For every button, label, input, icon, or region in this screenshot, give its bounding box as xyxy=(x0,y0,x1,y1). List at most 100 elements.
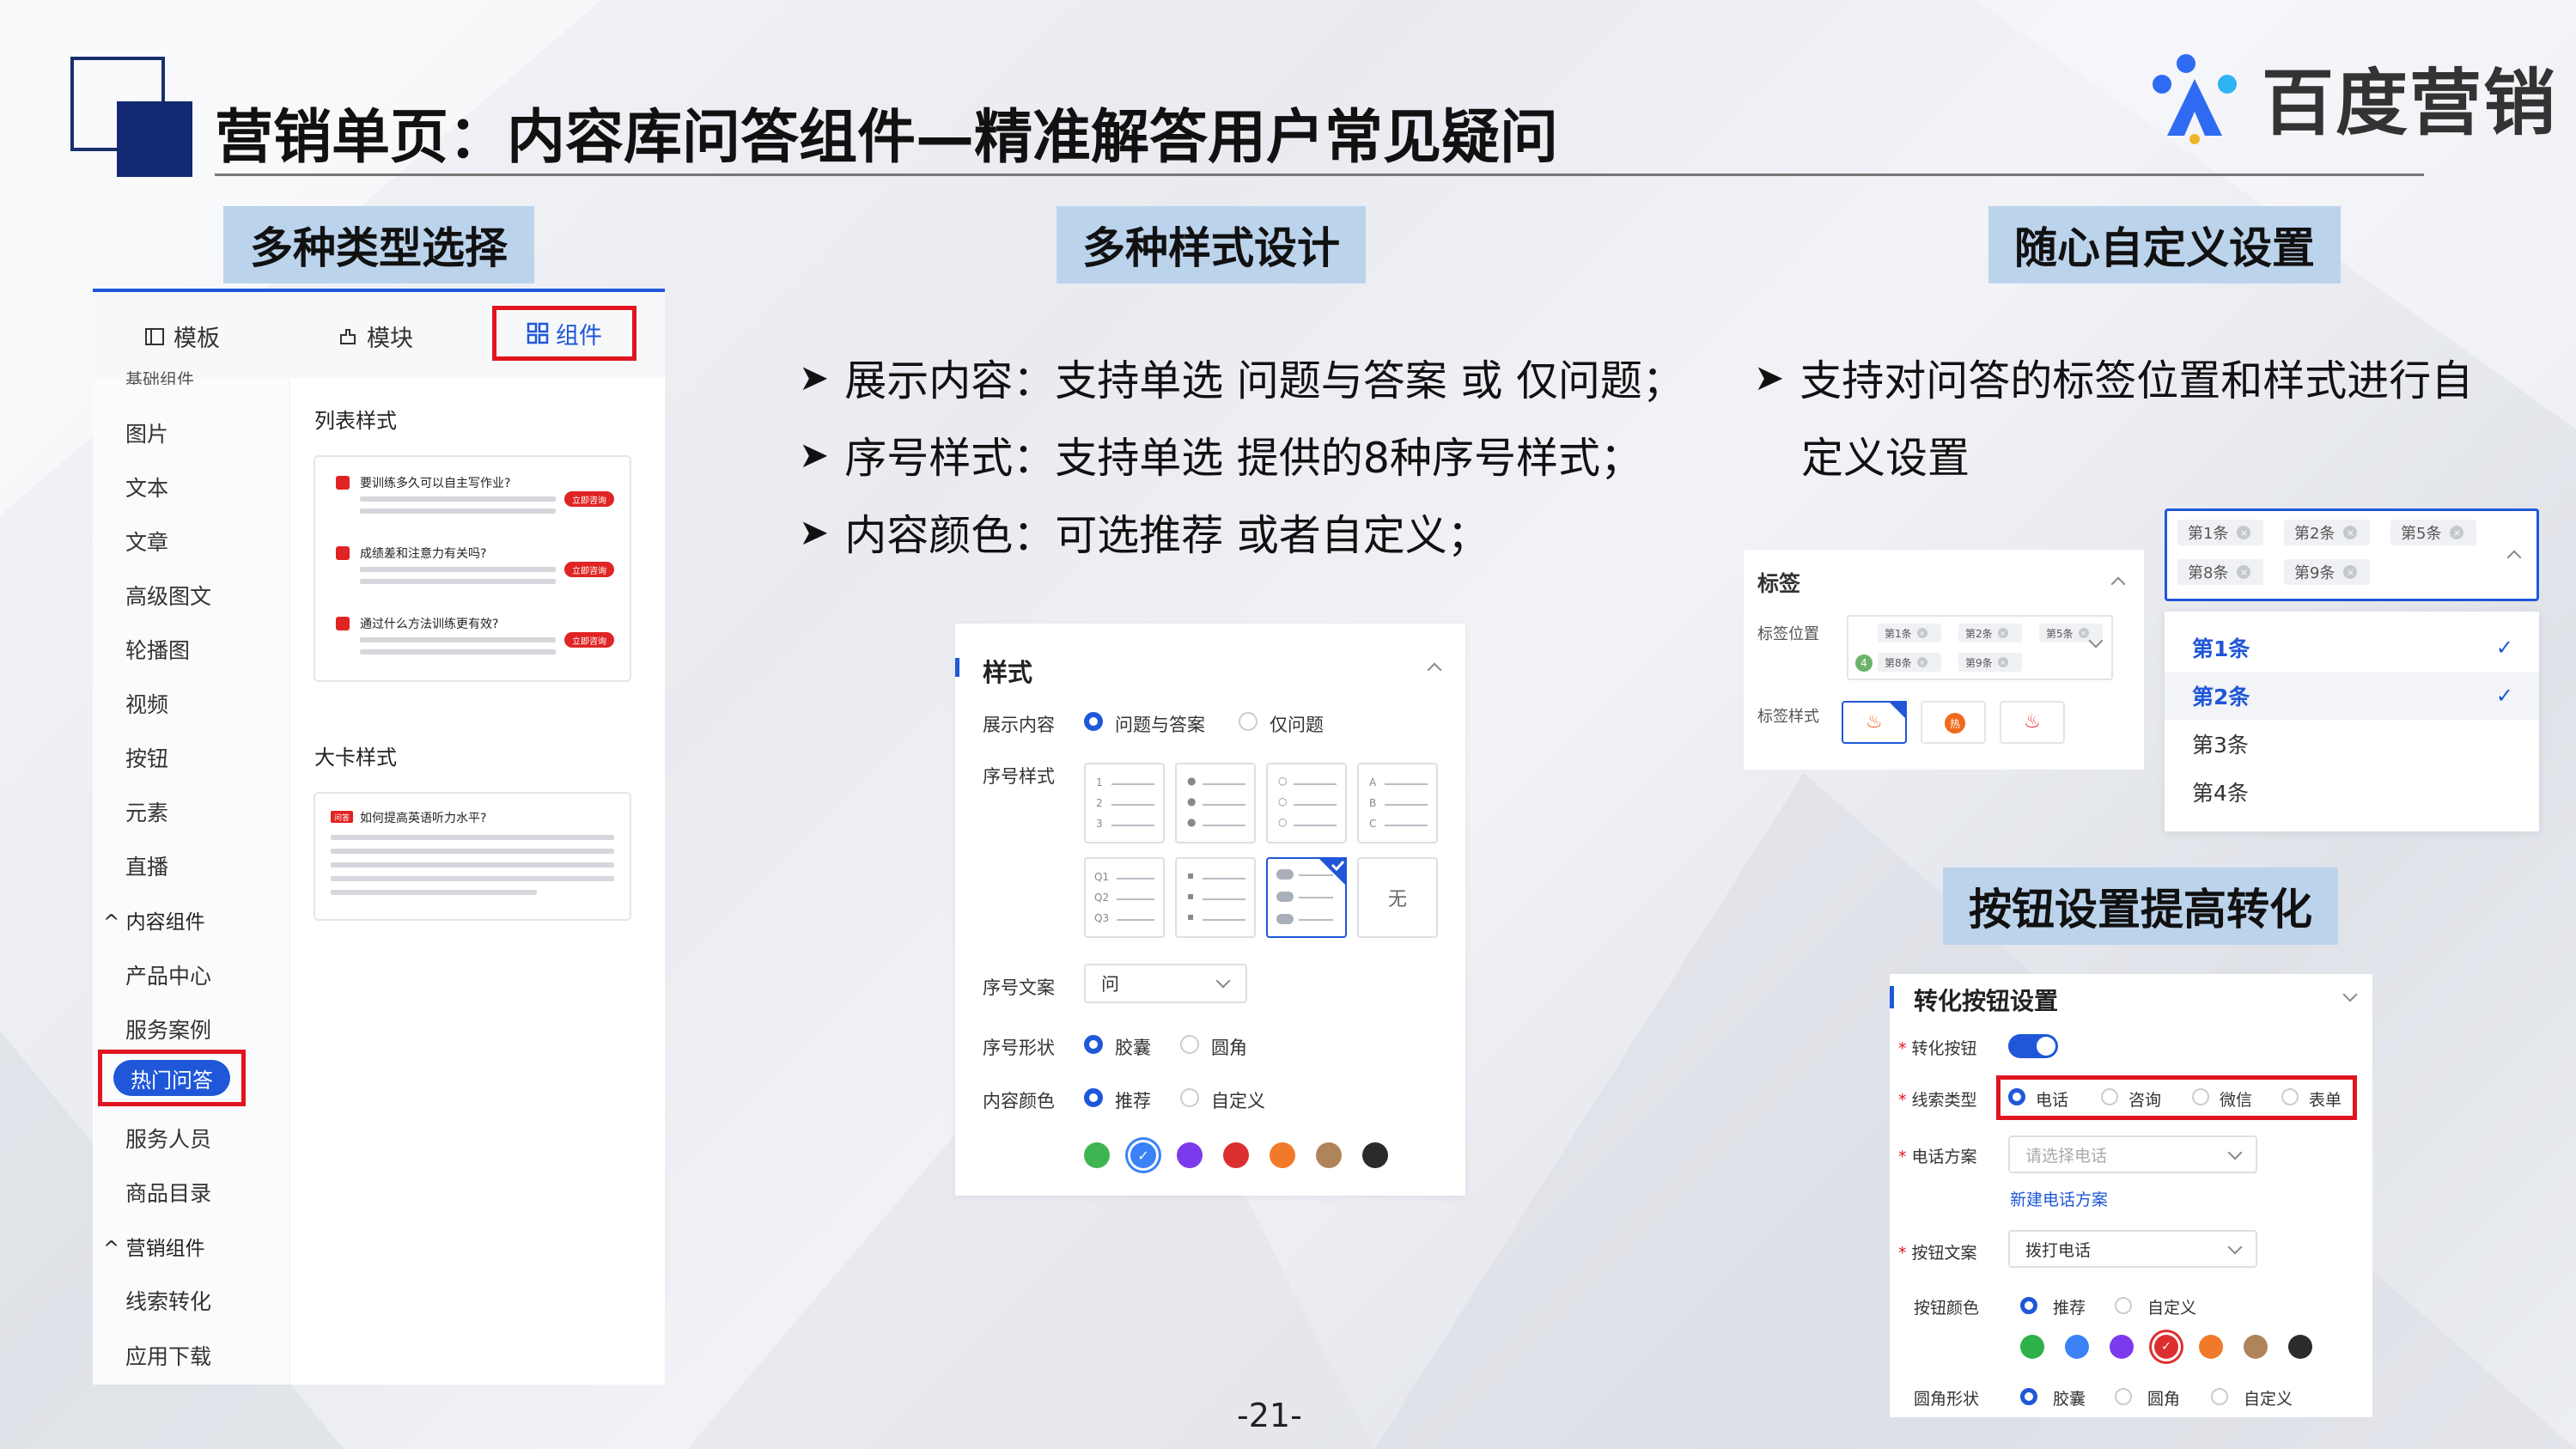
seq-style-circle[interactable]: ○ ○ ○ xyxy=(1266,763,1347,843)
color-swatch[interactable] xyxy=(1223,1142,1249,1168)
chevron-down-icon[interactable] xyxy=(2342,987,2358,1002)
new-phone-plan-link[interactable]: 新建电话方案 xyxy=(2010,1187,2108,1210)
nav-item-live[interactable]: 直播 xyxy=(125,850,168,881)
color-swatch[interactable] xyxy=(1084,1142,1110,1168)
nav-item-element[interactable]: 元素 xyxy=(125,796,168,827)
tag-position-select[interactable]: 第1条 × 第2条 × 第5条 × 第8条 × 第9条 × 4 xyxy=(1847,615,2113,680)
color-swatch[interactable]: ✓ xyxy=(1130,1142,1156,1168)
nav-item-rich-media[interactable]: 高级图文 xyxy=(125,580,211,611)
seq-style-q-number[interactable]: Q1 Q2 Q3 xyxy=(1084,857,1165,938)
remove-chip-icon[interactable]: × xyxy=(2343,565,2358,579)
dropdown-option-selected[interactable]: 第1条 ✓ xyxy=(2165,624,2539,672)
radio-shape-capsule[interactable] xyxy=(2020,1388,2037,1405)
chip-large[interactable]: 第8条 × xyxy=(2177,559,2263,585)
chip-small[interactable]: 第8条 × xyxy=(1878,653,1941,672)
dropdown-option[interactable]: 第4条 xyxy=(2165,768,2539,816)
tab-template[interactable]: 模板 xyxy=(144,320,220,353)
remove-chip-icon[interactable]: × xyxy=(1997,628,2008,638)
remove-chip-icon[interactable]: × xyxy=(1916,657,1927,667)
seq-style-dot[interactable]: ● ● ● xyxy=(1175,763,1256,843)
tag-style-fire-selected[interactable]: ♨ xyxy=(1842,701,1907,744)
radio-custom[interactable] xyxy=(1180,1088,1199,1107)
nav-item-leads[interactable]: 线索转化 xyxy=(125,1285,211,1316)
nav-item-hot-qa[interactable]: 热门问答 xyxy=(113,1060,230,1096)
button-color-swatch[interactable] xyxy=(2244,1335,2268,1359)
seq-style-none[interactable]: 无 xyxy=(1357,857,1438,938)
nav-item-image[interactable]: 图片 xyxy=(125,417,168,448)
seq-style-square[interactable]: ▪ ▪ ▪ xyxy=(1175,857,1256,938)
nav-item-catalog[interactable]: 商品目录 xyxy=(125,1177,211,1208)
remove-chip-icon[interactable]: × xyxy=(2237,565,2251,579)
tag-style-hot-badge[interactable]: 热 xyxy=(1921,701,1986,744)
button-color-swatch[interactable] xyxy=(2065,1335,2089,1359)
tag-style-flame[interactable]: ♨ xyxy=(2000,701,2065,744)
chip-large[interactable]: 第9条 × xyxy=(2284,559,2370,585)
button-color-swatch[interactable] xyxy=(2020,1335,2044,1359)
radio-qa[interactable] xyxy=(1084,712,1103,731)
dropdown-option-selected[interactable]: 第2条 ✓ xyxy=(2165,672,2539,720)
seq-style-letter[interactable]: A B C xyxy=(1357,763,1438,843)
tab-component[interactable]: 组件 xyxy=(492,306,636,361)
radio-capsule[interactable] xyxy=(1084,1035,1103,1054)
consult-button[interactable]: 立即咨询 xyxy=(564,491,614,507)
radio-consult[interactable] xyxy=(2101,1088,2118,1105)
nav-item-article[interactable]: 文章 xyxy=(125,526,168,557)
remove-chip-icon[interactable]: × xyxy=(2343,526,2358,539)
color-swatch[interactable] xyxy=(1270,1142,1295,1168)
color-swatch[interactable] xyxy=(1177,1142,1203,1168)
radio-rounded[interactable] xyxy=(1180,1035,1199,1054)
radio-shape-rounded[interactable] xyxy=(2115,1388,2132,1405)
remove-chip-icon[interactable]: × xyxy=(2450,526,2464,539)
radio-btn-custom[interactable] xyxy=(2115,1297,2132,1314)
big-card-style-card[interactable]: 问答 如何提高英语听力水平? xyxy=(314,792,631,921)
radio-form[interactable] xyxy=(2281,1088,2299,1105)
button-color-swatch[interactable] xyxy=(2199,1335,2223,1359)
nav-item-button[interactable]: 按钮 xyxy=(125,742,168,773)
remove-chip-icon[interactable]: × xyxy=(2237,526,2251,539)
radio-phone[interactable] xyxy=(2008,1088,2025,1105)
nav-group-content[interactable]: ^ 内容组件 xyxy=(103,905,205,935)
nav-item-video[interactable]: 视频 xyxy=(125,688,168,719)
nav-item-cases[interactable]: 服务案例 xyxy=(125,1014,211,1044)
chip-small[interactable]: 第2条 × xyxy=(1958,624,2022,642)
remove-chip-icon[interactable]: × xyxy=(1997,657,2008,667)
nav-item-products[interactable]: 产品中心 xyxy=(125,959,211,990)
nav-item-staff[interactable]: 服务人员 xyxy=(125,1123,211,1154)
phone-plan-select[interactable]: 请选择电话 xyxy=(2008,1135,2257,1173)
radio-question-only[interactable] xyxy=(1239,712,1258,731)
remove-chip-icon[interactable]: × xyxy=(2078,628,2089,638)
tab-module[interactable]: 模块 xyxy=(338,320,413,353)
radio-btn-recommended[interactable] xyxy=(2020,1297,2037,1314)
chevron-up-icon[interactable] xyxy=(1427,662,1442,678)
seq-style-numeric[interactable]: 1 2 3 xyxy=(1084,763,1165,843)
nav-item-app-download[interactable]: 应用下载 xyxy=(125,1340,211,1371)
chip-large[interactable]: 第2条 × xyxy=(2284,520,2370,545)
sequence-text-select[interactable]: 问 xyxy=(1084,964,1247,1003)
button-text-select[interactable]: 拨打电话 xyxy=(2008,1230,2257,1268)
chip-large[interactable]: 第5条 × xyxy=(2390,520,2476,545)
list-style-card[interactable]: 要训练多久可以自主写作业? 立即咨询 成绩差和注意力有关吗? 立即咨询 通过什么… xyxy=(314,455,631,682)
nav-item-carousel[interactable]: 轮播图 xyxy=(125,634,190,665)
button-color-swatch[interactable]: ✓ xyxy=(2154,1335,2178,1359)
radio-recommended[interactable] xyxy=(1084,1088,1103,1107)
chip-large[interactable]: 第1条 × xyxy=(2177,520,2263,545)
chip-small[interactable]: 第1条 × xyxy=(1878,624,1941,642)
button-color-swatch[interactable] xyxy=(2110,1335,2134,1359)
radio-wechat[interactable] xyxy=(2192,1088,2209,1105)
consult-button[interactable]: 立即咨询 xyxy=(564,562,614,577)
chevron-up-icon[interactable] xyxy=(2110,576,2126,592)
color-swatch[interactable] xyxy=(1362,1142,1388,1168)
remove-chip-icon[interactable]: × xyxy=(1916,628,1927,638)
button-color-swatch[interactable] xyxy=(2288,1335,2312,1359)
dropdown-option[interactable]: 第3条 xyxy=(2165,720,2539,768)
color-swatch[interactable] xyxy=(1316,1142,1342,1168)
consult-button[interactable]: 立即咨询 xyxy=(564,632,614,648)
radio-shape-custom[interactable] xyxy=(2211,1388,2228,1405)
seq-style-capsule-selected[interactable] xyxy=(1266,857,1347,938)
nav-item-text[interactable]: 文本 xyxy=(125,472,168,502)
conversion-toggle[interactable] xyxy=(2008,1034,2058,1058)
tag-multiselect-input[interactable]: 第1条 × 第2条 × 第5条 × 第8条 × 第9条 × xyxy=(2165,508,2539,601)
page-title: 营销单页：内容库问答组件—精准解答用户常见疑问 xyxy=(215,104,1559,172)
nav-group-marketing[interactable]: ^ 营销组件 xyxy=(103,1232,205,1261)
chip-small[interactable]: 第9条 × xyxy=(1958,653,2022,672)
